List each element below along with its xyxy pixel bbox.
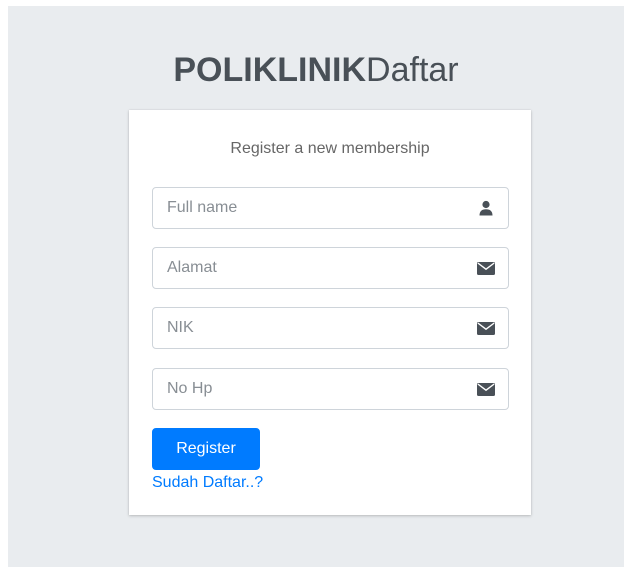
nohp-input[interactable] [153, 369, 464, 409]
envelope-icon [464, 369, 508, 409]
brand-logo[interactable]: POLIKLINIKDaftar [8, 50, 624, 90]
register-page: POLIKLINIKDaftar Register a new membersh… [8, 6, 624, 567]
fullname-input[interactable] [153, 188, 464, 228]
already-registered-link[interactable]: Sudah Daftar..? [152, 474, 263, 492]
alamat-input[interactable] [153, 248, 464, 288]
alamat-field-group [152, 247, 509, 289]
nik-input[interactable] [153, 308, 464, 348]
fullname-field-group [152, 187, 509, 229]
register-button[interactable]: Register [152, 428, 260, 470]
envelope-icon [464, 308, 508, 348]
nik-field-group [152, 307, 509, 349]
brand-name-light: Daftar [366, 51, 459, 89]
user-icon [464, 188, 508, 228]
nohp-field-group [152, 368, 509, 410]
brand-name-bold: POLIKLINIK [173, 51, 367, 89]
register-card: Register a new membership Full name Alam… [129, 110, 531, 515]
envelope-icon [464, 248, 508, 288]
register-title: Register a new membership [230, 140, 430, 157]
